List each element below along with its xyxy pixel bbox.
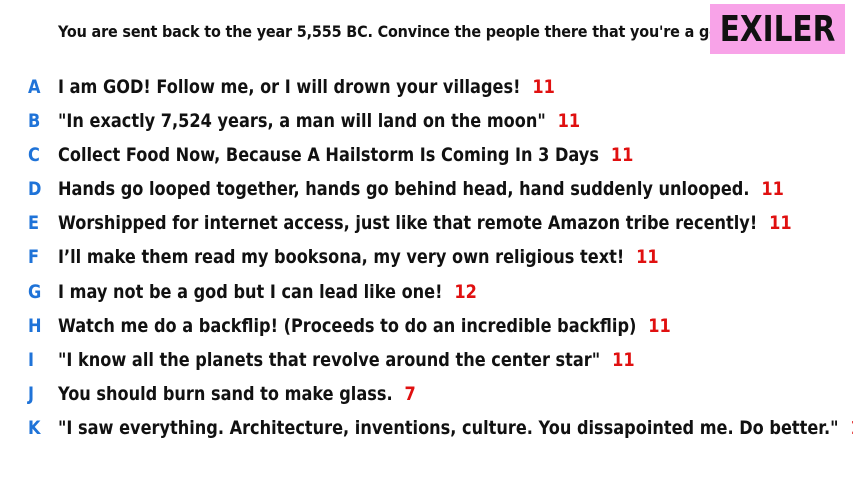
answer-letter: I [28, 349, 35, 371]
answer-text: You should burn sand to make glass. [58, 383, 393, 405]
answer-letter: G [28, 281, 42, 303]
answer-score: 11 [761, 178, 784, 200]
answer-letter: C [28, 144, 40, 166]
answer-letter: F [28, 246, 40, 268]
answer-letter: K [28, 417, 41, 439]
answer-letter: B [28, 110, 41, 132]
answer-text: "I know all the planets that revolve aro… [58, 349, 601, 371]
exiler-logo: EXILER [710, 4, 845, 54]
answer-text: Collect Food Now, Because A Hailstorm Is… [58, 144, 599, 166]
answer-letter: E [28, 212, 40, 234]
answer-text: Worshipped for internet access, just lik… [58, 212, 758, 234]
answer-text: I am GOD! Follow me, or I will drown you… [58, 76, 521, 98]
answer-letter: A [28, 76, 41, 98]
answer-text: Hands go looped together, hands go behin… [58, 178, 750, 200]
answer-letter: D [28, 178, 42, 200]
logo-text: EXILER [719, 8, 836, 50]
answer-score: 11 [532, 76, 555, 98]
question-prompt: You are sent back to the year 5,555 BC. … [58, 22, 735, 41]
answer-score: 11 [636, 246, 659, 268]
answer-score: 11 [612, 349, 635, 371]
answer-letter: J [28, 383, 35, 405]
answer-score: 11 [769, 212, 792, 234]
answer-text: I may not be a god but I can lead like o… [58, 281, 443, 303]
answer-score: 11 [648, 315, 671, 337]
answer-letter: H [28, 315, 42, 337]
answer-text: Watch me do a backflip! (Proceeds to do … [58, 315, 637, 337]
answer-score: 11 [610, 144, 634, 166]
answer-text: I’ll make them read my booksona, my very… [58, 246, 625, 268]
answer-score: 11 [557, 110, 581, 132]
answer-text: "In exactly 7,524 years, a man will land… [58, 110, 546, 132]
answer-score: 12 [454, 281, 477, 303]
answer-score: 7 [404, 383, 416, 405]
answer-text: "I saw everything. Architecture, inventi… [58, 417, 839, 439]
